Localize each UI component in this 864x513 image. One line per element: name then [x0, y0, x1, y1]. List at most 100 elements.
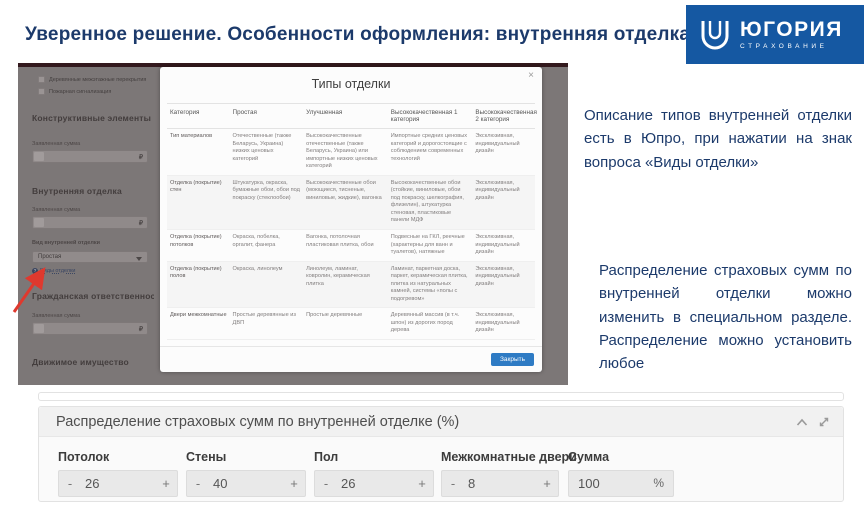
resize-icon[interactable] — [818, 416, 830, 428]
modal-footer: Закрыть — [160, 346, 542, 372]
table-row: Тип материалов Отечественные (также Бела… — [167, 129, 535, 176]
checkbox-label: Пожарная сигнализация — [49, 89, 111, 95]
table-cell: Штукатурка, окраска, бумажные обои, обои… — [230, 175, 304, 229]
note-finish-types: Описание типов внутренней отделки есть в… — [584, 104, 852, 174]
plus-button[interactable]: + — [536, 471, 558, 496]
table-cell: Отделка (покрытие) стен — [167, 175, 230, 229]
declared-sum-input[interactable]: ₽ — [32, 216, 148, 229]
walls-stepper[interactable]: - 40 + — [186, 470, 306, 497]
minus-button[interactable]: - — [315, 471, 337, 496]
field-walls: Стены - 40 + — [186, 450, 306, 497]
declared-sum-label: Заявленная сумма — [32, 141, 80, 147]
table-cell: Импортные средних ценовых категорий и до… — [388, 129, 473, 176]
logo-subtitle: СТРАХОВАНИЕ — [740, 44, 843, 51]
table-cell: Деревянный массив (в т.ч. шпон) из дорог… — [388, 308, 473, 340]
stepper-value[interactable]: 26 — [337, 471, 411, 496]
table-cell: Двери межкомнатные — [167, 308, 230, 340]
table-cell: Тип материалов — [167, 129, 230, 176]
table-cell: Вагонка, потолочная пластиковая плитка, … — [303, 230, 388, 262]
table-cell: Эксклюзивная, индивидуальный дизайн — [472, 175, 535, 229]
stepper-value[interactable]: 26 — [81, 471, 155, 496]
section-constructive-elements: Конструктивные элементы — [32, 113, 154, 123]
app-sidebar: Деревянные межэтажные перекрытия Пожарна… — [18, 67, 160, 385]
floor-stepper[interactable]: - 26 + — [314, 470, 434, 497]
close-button[interactable]: Закрыть — [491, 353, 534, 366]
field-label: Пол — [314, 450, 434, 464]
table-cell: Отделка (покрытие) полов — [167, 261, 230, 308]
ruble-icon: ₽ — [139, 219, 143, 227]
table-row: Двери межкомнатные Простые деревянные из… — [167, 308, 535, 340]
declared-sum-label: Заявленная сумма — [32, 207, 80, 213]
input-addon — [34, 152, 44, 161]
chevron-up-icon[interactable] — [796, 418, 808, 427]
table-row: Отделка (покрытие) стен Штукатурка, окра… — [167, 175, 535, 229]
section-movable-property: Движимое имущество — [32, 357, 154, 367]
table-cell: Эксклюзивная, индивидуальный дизайн — [472, 230, 535, 262]
table-cell: Отделка (покрытие) потолков — [167, 230, 230, 262]
checkbox-icon[interactable] — [38, 76, 45, 83]
stepper-value[interactable]: 8 — [464, 471, 536, 496]
table-cell: Окраска, побелка, оргалит, фанера — [230, 230, 304, 262]
table-row: Отделка (покрытие) полов Окраска, линоле… — [167, 261, 535, 308]
plus-button[interactable]: + — [411, 471, 433, 496]
table-cell: Высококачественные обои (стойкие, винило… — [388, 175, 473, 229]
minus-button[interactable]: - — [187, 471, 209, 496]
table-cell: Эксклюзивная, индивидуальный дизайн — [472, 261, 535, 308]
checkbox-label: Деревянные межэтажные перекрытия — [49, 77, 146, 83]
finish-types-table: Категория Простая Улучшенная Высококачес… — [167, 103, 535, 340]
ruble-icon: ₽ — [139, 325, 143, 333]
col-header: Простая — [230, 104, 304, 129]
slide: Уверенное решение. Особенности оформлени… — [0, 0, 864, 513]
checkbox-fire-alarm[interactable]: Пожарная сигнализация — [38, 88, 158, 95]
company-logo: ЮГОРИЯ СТРАХОВАНИЕ — [686, 5, 864, 64]
table-cell: Простые деревянные из ДВП — [230, 308, 304, 340]
section-interior-finish: Внутренняя отделка — [32, 186, 154, 196]
page-title: Уверенное решение. Особенности оформлени… — [25, 24, 690, 46]
distribution-panel-title: Распределение страховых сумм по внутренн… — [39, 407, 843, 437]
table-cell: Подвесные на ГКЛ, реечные (характерны дл… — [388, 230, 473, 262]
declared-sum-input[interactable]: ₽ — [32, 150, 148, 163]
field-interior-doors: Межкомнатные двери - 8 + — [441, 450, 577, 497]
table-cell: Высококачественные обои (моющиеся, тисне… — [303, 175, 388, 229]
distribution-panel: Распределение страховых сумм по внутренн… — [38, 406, 844, 502]
table-header-row: Категория Простая Улучшенная Высококачес… — [167, 104, 535, 129]
finish-type-value: Простая — [38, 254, 61, 260]
table-cell: Линолеум, ламинат, ковролин, керамическа… — [303, 261, 388, 308]
ruble-icon: ₽ — [139, 153, 143, 161]
percent-suffix: % — [653, 471, 664, 496]
field-label: Стены — [186, 450, 306, 464]
plus-button[interactable]: + — [155, 471, 177, 496]
collapsed-panel-strip — [38, 392, 844, 401]
table-cell: Отечественные (также Беларусь, Украина) … — [230, 129, 304, 176]
table-cell: Высококачественные отечественные (также … — [303, 129, 388, 176]
app-screenshot: Деревянные межэтажные перекрытия Пожарна… — [18, 63, 568, 385]
col-header: Высококачественная 1 категория — [388, 104, 473, 129]
sum-display: 100 % — [568, 470, 674, 497]
declared-sum-input[interactable]: ₽ — [32, 322, 148, 335]
close-icon[interactable]: × — [528, 70, 534, 81]
distribution-panel-header: Распределение страховых сумм по внутренн… — [39, 407, 843, 437]
input-addon — [34, 324, 44, 333]
chevron-down-icon — [136, 257, 142, 261]
checkbox-icon[interactable] — [38, 88, 45, 95]
col-header: Улучшенная — [303, 104, 388, 129]
field-sum: Сумма 100 % — [568, 450, 674, 497]
table-row: Отделка (покрытие) потолков Окраска, поб… — [167, 230, 535, 262]
col-header: Категория — [167, 104, 230, 129]
field-floor: Пол - 26 + — [314, 450, 434, 497]
field-label: Сумма — [568, 450, 674, 464]
note-distribution: Распределение страховых сумм по внутренн… — [599, 259, 852, 375]
table-cell: Эксклюзивная, индивидуальный дизайн — [472, 129, 535, 176]
logo-name: ЮГОРИЯ — [740, 19, 843, 40]
finish-type-label: Вид внутренней отделки — [32, 240, 100, 246]
minus-button[interactable]: - — [442, 471, 464, 496]
checkbox-wooden-floors[interactable]: Деревянные межэтажные перекрытия — [38, 76, 158, 83]
stepper-value[interactable]: 40 — [209, 471, 283, 496]
ceiling-stepper[interactable]: - 26 + — [58, 470, 178, 497]
minus-button[interactable]: - — [59, 471, 81, 496]
table-cell: Простые деревянные — [303, 308, 388, 340]
field-label: Межкомнатные двери — [441, 450, 577, 464]
plus-button[interactable]: + — [283, 471, 305, 496]
doors-stepper[interactable]: - 8 + — [441, 470, 559, 497]
field-label: Потолок — [58, 450, 178, 464]
